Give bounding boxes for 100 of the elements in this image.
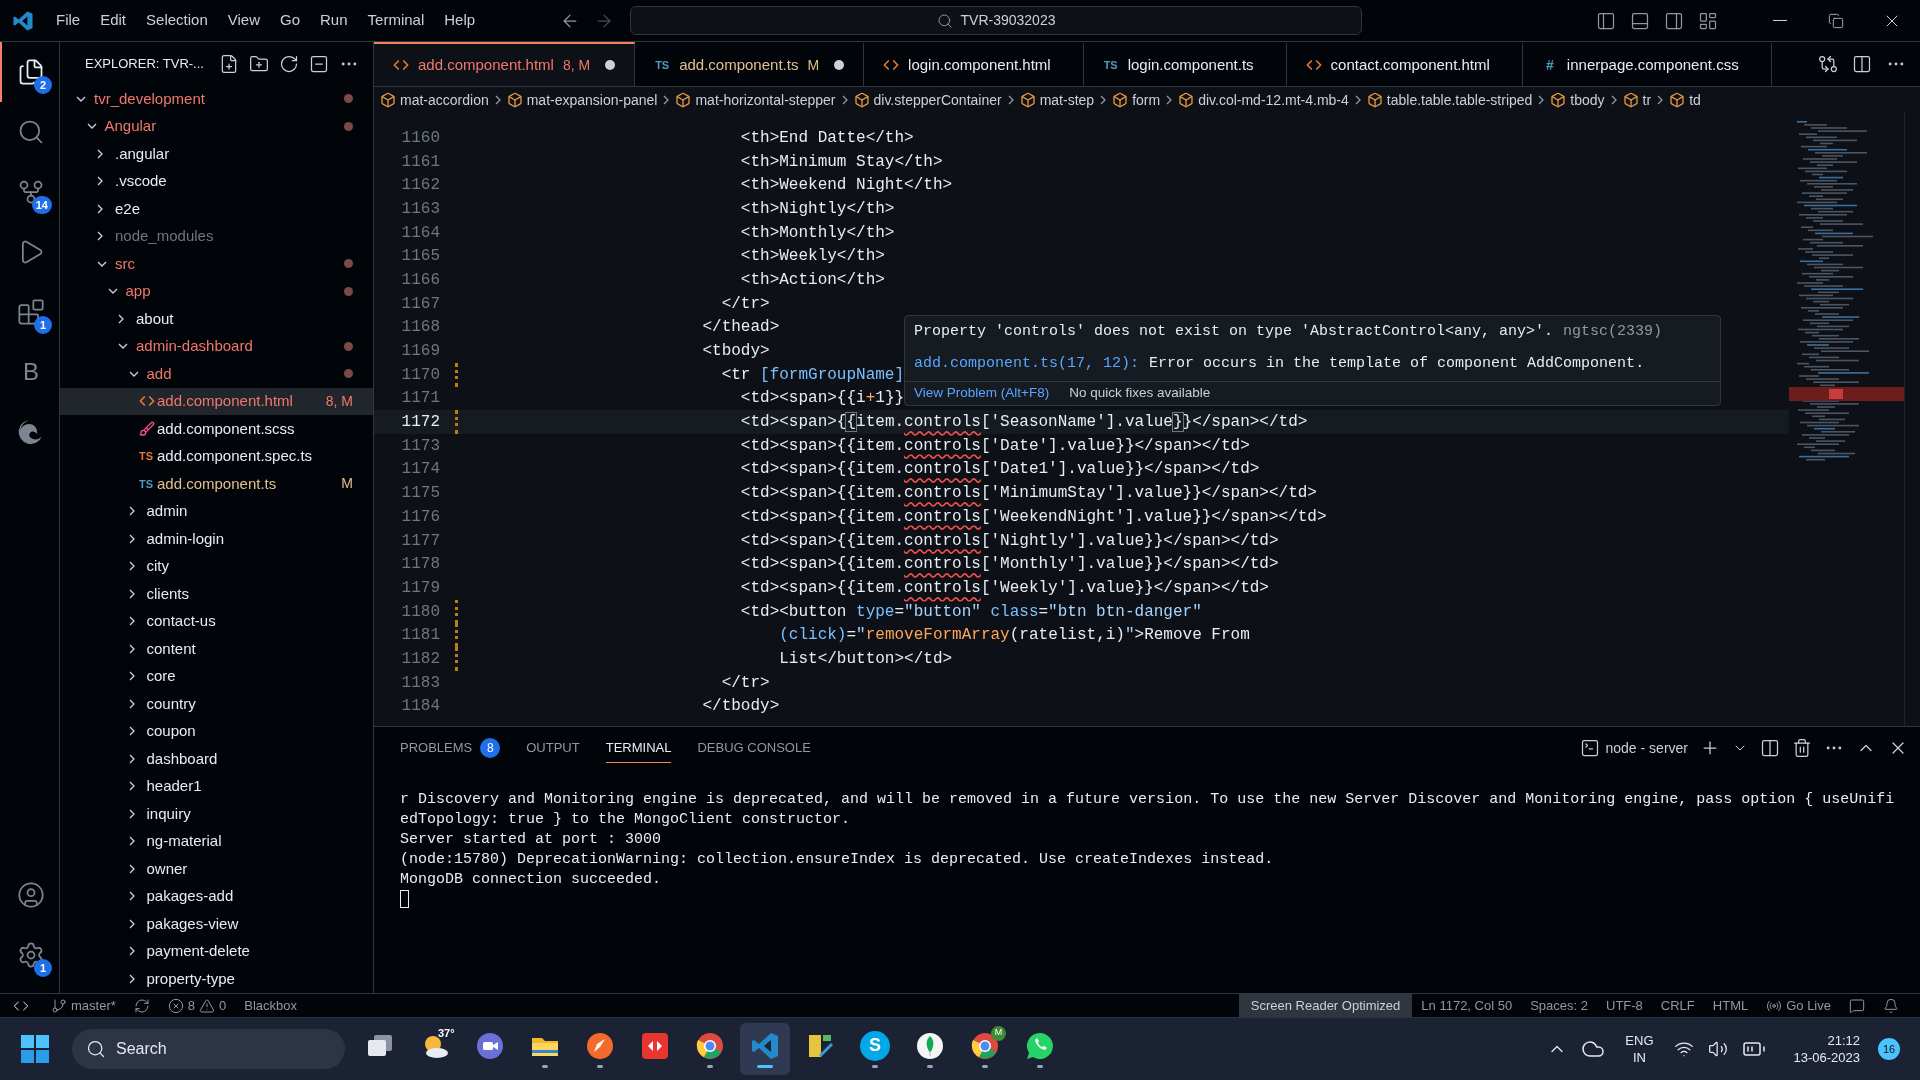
trash-icon[interactable] — [1792, 738, 1812, 758]
menu-item[interactable]: Go — [270, 9, 310, 32]
tree-item[interactable]: app — [60, 277, 373, 305]
status-item[interactable]: Screen Reader Optimized — [1238, 994, 1413, 1017]
tree-item[interactable]: ng-material — [60, 827, 373, 855]
tree-item[interactable]: TS add.component.spec.ts — [60, 442, 373, 470]
problems-button[interactable]: 8 0 — [158, 994, 236, 1017]
collapse-icon[interactable] — [309, 53, 329, 74]
tree-item[interactable]: core — [60, 662, 373, 690]
tree-item[interactable]: dashboard — [60, 745, 373, 773]
breadcrumb-item[interactable]: form — [1132, 89, 1161, 111]
menu-item[interactable]: View — [217, 9, 270, 32]
breadcrumb-item[interactable]: div.col-md-12.mt-4.mb-4 — [1198, 89, 1349, 111]
tree-item[interactable]: contact-us — [60, 607, 373, 635]
command-center-button[interactable]: TVR-39032023 — [630, 6, 1362, 35]
tree-item[interactable]: payment-delete — [60, 937, 373, 965]
breadcrumb-item[interactable]: tr — [1642, 89, 1652, 111]
volume-icon[interactable] — [1707, 1039, 1728, 1059]
taskbar-app[interactable]: M — [960, 1023, 1010, 1075]
clock-date[interactable]: 13-06-2023 — [1793, 1049, 1860, 1066]
tree-item[interactable]: coupon — [60, 717, 373, 745]
tree-item[interactable]: node_modules — [60, 222, 373, 250]
status-item[interactable]: UTF-8 — [1597, 994, 1652, 1017]
tree-item[interactable]: inquiry — [60, 800, 373, 828]
tree-item[interactable]: content — [60, 635, 373, 663]
notification-badge[interactable]: 16 — [1878, 1038, 1900, 1060]
terminal-selector[interactable]: node - server — [1579, 737, 1688, 759]
source-link[interactable]: add.component.ts(17, 12): — [914, 352, 1140, 375]
tree-item[interactable]: admin — [60, 497, 373, 525]
clock-time[interactable]: 21:12 — [1827, 1032, 1860, 1049]
split-icon[interactable] — [1760, 738, 1780, 758]
status-item[interactable]: Spaces: 2 — [1521, 994, 1597, 1017]
tree-item[interactable]: admin-login — [60, 525, 373, 553]
editor-tab[interactable]: contact.component.html — [1286, 42, 1523, 86]
activity-bar-item[interactable]: 14 — [0, 162, 60, 222]
activity-bar-item[interactable]: 1 — [0, 925, 60, 985]
refresh-icon[interactable] — [279, 53, 299, 74]
breadcrumb-item[interactable]: tbody — [1570, 89, 1605, 111]
menu-item[interactable]: Selection — [136, 9, 218, 32]
taskbar-search-field[interactable]: Search — [72, 1029, 345, 1069]
panel-left-icon[interactable] — [1596, 10, 1616, 31]
tree-item[interactable]: pakages-view — [60, 910, 373, 938]
status-item[interactable]: CRLF — [1651, 994, 1704, 1017]
breadcrumb-item[interactable]: mat-step — [1039, 89, 1095, 111]
tree-item[interactable]: property-type — [60, 965, 373, 993]
menu-item[interactable]: Edit — [90, 9, 137, 32]
tree-item[interactable]: clients — [60, 580, 373, 608]
tree-item[interactable]: about — [60, 305, 373, 333]
tree-item[interactable]: add — [60, 360, 373, 388]
breadcrumb-item[interactable]: mat-expansion-panel — [526, 89, 658, 111]
view-problem-link[interactable]: View Problem (Alt+F8) — [914, 383, 1050, 404]
tree-item[interactable]: country — [60, 690, 373, 718]
language-label[interactable]: ENG — [1625, 1032, 1654, 1049]
tree-item[interactable]: add.component.scss — [60, 415, 373, 443]
breadcrumb-item[interactable]: table.table.table-striped — [1386, 89, 1533, 111]
activity-bar-item[interactable]: 2 — [0, 42, 60, 102]
tree-item[interactable]: admin-dashboard — [60, 332, 373, 360]
breadcrumb-item[interactable]: div.stepperContainer — [873, 89, 1002, 111]
panel-right-icon[interactable] — [1664, 10, 1684, 31]
menu-item[interactable]: Help — [434, 9, 486, 32]
compare-icon[interactable] — [1818, 54, 1838, 74]
menu-item[interactable]: File — [46, 9, 91, 32]
editor-tab[interactable]: TS login.component.ts — [1083, 42, 1287, 86]
split-editor-icon[interactable] — [1852, 54, 1872, 74]
tree-item[interactable]: tvr_development — [60, 85, 373, 113]
breadcrumb-item[interactable]: mat-accordion — [400, 89, 489, 111]
tree-item[interactable]: .angular — [60, 140, 373, 168]
breadcrumb-item[interactable]: mat-horizontal-stepper — [695, 89, 836, 111]
panel-tab[interactable]: PROBLEMS 8 — [400, 733, 501, 763]
tree-item[interactable]: add.component.html 8, M — [60, 387, 373, 415]
region-label[interactable]: IN — [1632, 1049, 1646, 1066]
new-folder-icon[interactable] — [249, 53, 269, 74]
breadcrumb-item[interactable]: td — [1689, 89, 1701, 111]
editor-tab[interactable]: add.component.html 8, M — [374, 42, 636, 86]
tree-item[interactable]: src — [60, 250, 373, 278]
windows-logo-icon[interactable] — [20, 1034, 50, 1064]
panel-tab[interactable]: DEBUG CONSOLE — [697, 733, 811, 763]
branch-button[interactable]: master* — [42, 994, 125, 1017]
status-item[interactable]: HTML — [1703, 994, 1758, 1017]
panel-tab[interactable]: TERMINAL — [605, 733, 672, 763]
panel-bottom-icon[interactable] — [1630, 10, 1650, 31]
go-live-button[interactable]: Go Live — [1757, 994, 1840, 1017]
activity-bar-item[interactable]: B — [0, 342, 60, 402]
tree-item[interactable]: pakages-add — [60, 882, 373, 910]
status-item[interactable]: Blackbox — [235, 994, 306, 1017]
new-file-icon[interactable] — [219, 53, 239, 74]
activity-bar-item[interactable]: 1 — [0, 282, 60, 342]
tree-item[interactable]: owner — [60, 855, 373, 883]
layout-icon[interactable] — [1698, 10, 1718, 31]
tree-item[interactable]: city — [60, 552, 373, 580]
taskbar-app[interactable]: 37° — [410, 1023, 460, 1075]
editor-tab[interactable]: # innerpage.component.css — [1522, 42, 1772, 86]
tree-item[interactable]: .vscode — [60, 167, 373, 195]
tree-item[interactable]: header1 — [60, 772, 373, 800]
tree-item[interactable]: TS add.component.ts M — [60, 470, 373, 498]
menu-item[interactable]: Run — [310, 9, 358, 32]
editor-tab[interactable]: TS add.component.ts M — [635, 42, 865, 86]
editor-tab[interactable]: login.component.html — [864, 42, 1084, 86]
menu-item[interactable]: Terminal — [357, 9, 435, 32]
tree-item[interactable]: e2e — [60, 195, 373, 223]
